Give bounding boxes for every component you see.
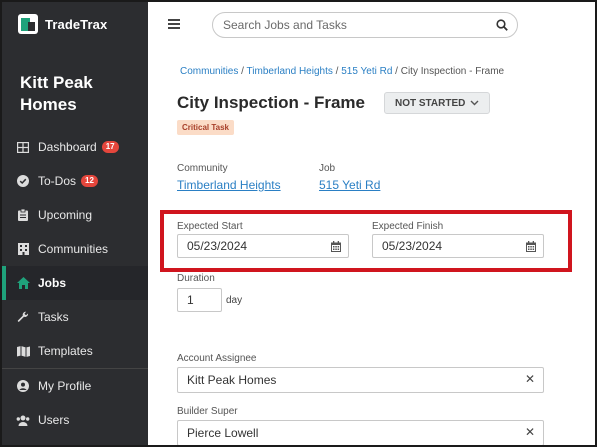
brand[interactable]: TradeTrax <box>18 14 107 34</box>
dashboard-count-badge: 17 <box>101 141 119 153</box>
users-icon <box>16 413 30 427</box>
sidebar-nav: Dashboard 17 To-Dos 12 Upcoming Communit… <box>2 130 148 437</box>
search-box[interactable] <box>212 12 518 38</box>
duration-label: Duration <box>177 273 215 284</box>
account-assignee-value: Kitt Peak Homes <box>187 373 277 387</box>
job-link[interactable]: 515 Yeti Rd <box>319 178 380 192</box>
user-circle-icon <box>16 379 30 393</box>
sidebar-item-label: Dashboard <box>38 140 97 154</box>
hamburger-menu-icon[interactable] <box>168 19 180 29</box>
page-title: City Inspection - Frame <box>177 93 365 112</box>
sidebar-item-label: Jobs <box>38 276 67 290</box>
building-icon <box>16 242 30 256</box>
dashboard-icon <box>16 140 30 154</box>
community-label: Community <box>177 163 228 174</box>
breadcrumb-current: City Inspection - Frame <box>400 66 505 77</box>
clear-icon[interactable]: ✕ <box>525 425 535 439</box>
sidebar-item-label: To-Dos <box>38 174 77 188</box>
sidebar-item-communities[interactable]: Communities <box>2 232 148 266</box>
highlight-box <box>160 210 572 272</box>
critical-task-tag: Critical Task <box>177 120 234 135</box>
sidebar-item-tasks[interactable]: Tasks <box>2 300 148 334</box>
breadcrumb-separator: / <box>395 66 398 77</box>
sidebar-item-label: My Profile <box>38 379 92 393</box>
builder-super-label: Builder Super <box>177 406 238 417</box>
sidebar-item-upcoming[interactable]: Upcoming <box>2 198 148 232</box>
account-assignee-label: Account Assignee <box>177 353 257 364</box>
status-label: NOT STARTED <box>395 97 466 109</box>
breadcrumb-separator: / <box>335 66 339 77</box>
home-icon <box>16 276 30 290</box>
wrench-icon <box>16 310 30 324</box>
clear-icon[interactable]: ✕ <box>525 372 535 386</box>
breadcrumb: Communities / Timberland Heights / 515 Y… <box>180 66 504 77</box>
chevron-down-icon <box>470 100 479 106</box>
app-window: TradeTrax Kitt Peak Homes Dashboard 17 T… <box>0 0 597 447</box>
search-input[interactable] <box>223 13 493 37</box>
brand-name: TradeTrax <box>45 16 108 32</box>
top-bar <box>148 2 595 50</box>
sidebar-item-label: Users <box>38 413 70 427</box>
check-circle-icon <box>16 174 30 188</box>
organization-name: Kitt Peak Homes <box>20 73 93 114</box>
sidebar-item-label: Templates <box>38 344 93 358</box>
search-icon[interactable] <box>496 19 508 31</box>
sidebar-item-label: Communities <box>38 242 109 256</box>
map-icon <box>16 344 30 358</box>
sidebar-item-dashboard[interactable]: Dashboard 17 <box>2 130 148 164</box>
tradetrax-logo-icon <box>18 14 38 34</box>
sidebar-item-templates[interactable]: Templates <box>2 334 148 368</box>
sidebar-item-jobs[interactable]: Jobs <box>2 266 148 300</box>
status-dropdown[interactable]: NOT STARTED <box>384 92 491 114</box>
sidebar-item-my-profile[interactable]: My Profile <box>2 369 148 403</box>
main-content: Communities / Timberland Heights / 515 Y… <box>148 50 595 445</box>
breadcrumb-link-job[interactable]: 515 Yeti Rd <box>341 66 392 77</box>
clipboard-icon <box>16 208 30 222</box>
sidebar-item-todos[interactable]: To-Dos 12 <box>2 164 148 198</box>
builder-super-select[interactable]: Pierce Lowell ✕ <box>177 420 544 445</box>
sidebar-item-users[interactable]: Users <box>2 403 148 437</box>
account-assignee-select[interactable]: Kitt Peak Homes ✕ <box>177 367 544 393</box>
community-link[interactable]: Timberland Heights <box>177 178 281 192</box>
breadcrumb-link-community[interactable]: Timberland Heights <box>247 66 333 77</box>
sidebar-item-label: Upcoming <box>38 208 93 222</box>
duration-unit: day <box>226 295 243 306</box>
sidebar: TradeTrax Kitt Peak Homes Dashboard 17 T… <box>2 2 148 445</box>
breadcrumb-link-communities[interactable]: Communities <box>180 66 238 77</box>
job-label: Job <box>319 163 336 174</box>
todos-count-badge: 12 <box>81 175 98 187</box>
duration-input[interactable]: 1 <box>177 288 222 312</box>
breadcrumb-separator: / <box>241 66 244 77</box>
sidebar-item-label: Tasks <box>38 310 69 324</box>
duration-value: 1 <box>187 293 194 307</box>
builder-super-value: Pierce Lowell <box>187 426 259 440</box>
